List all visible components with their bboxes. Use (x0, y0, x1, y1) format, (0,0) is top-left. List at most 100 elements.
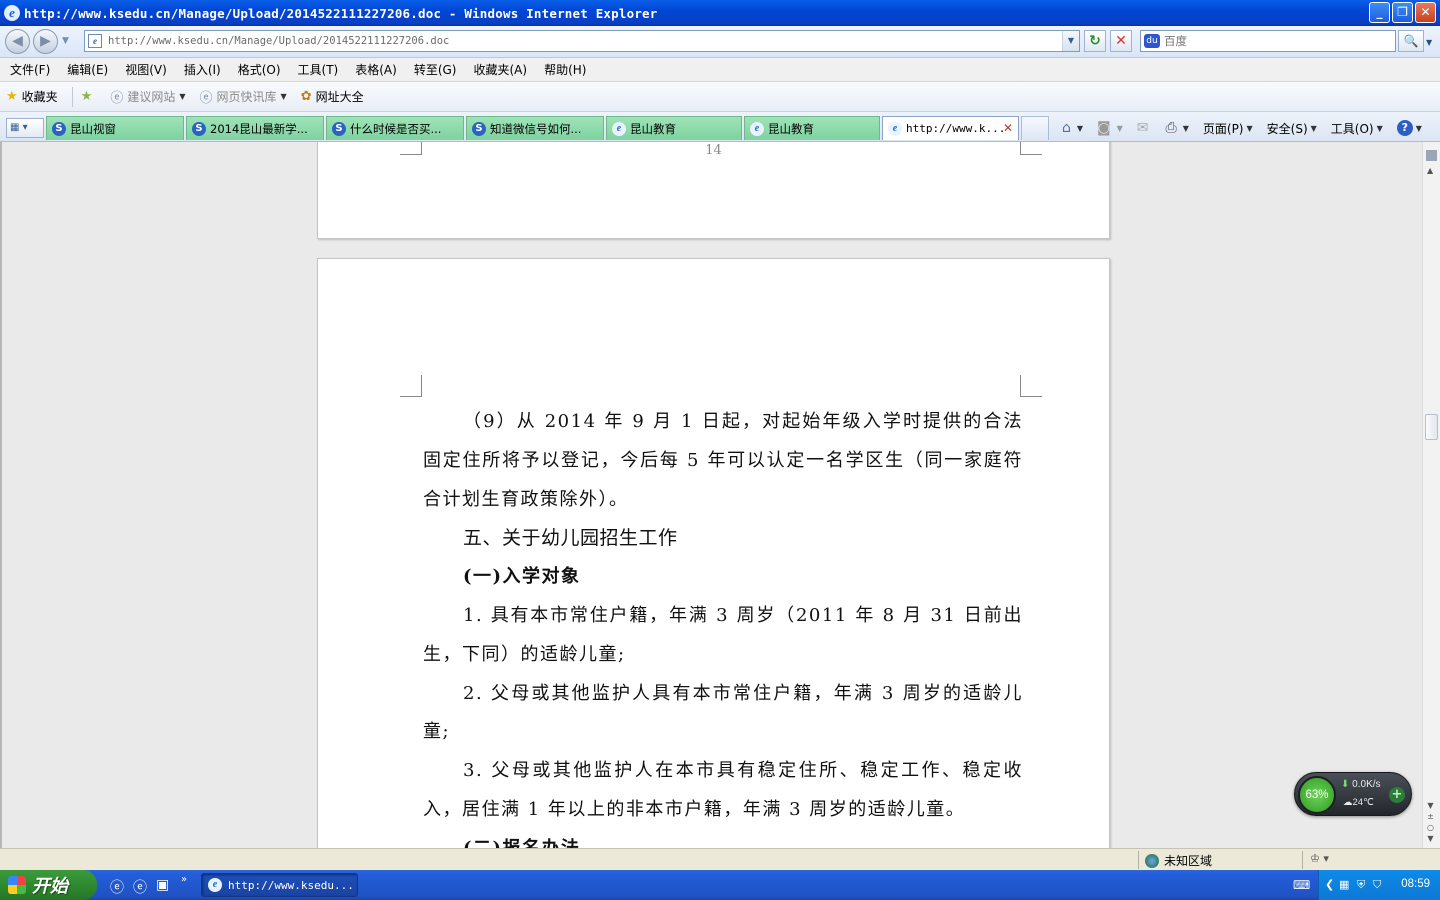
start-button[interactable]: 开始 (0, 870, 97, 900)
scrollbar-thumb[interactable] (1425, 414, 1438, 440)
menu-table[interactable]: 表格(A) (355, 61, 397, 78)
crop-mark (1020, 375, 1042, 397)
app-quicklaunch-icon[interactable]: ▣ (156, 877, 169, 893)
scroll-down-icon[interactable]: ▼ ± ○ ▼ (1427, 800, 1434, 844)
security-zone[interactable]: 未知区域 (1145, 852, 1212, 869)
vertical-scrollbar[interactable]: ▲ ▼ ± ○ ▼ (1422, 142, 1440, 848)
minimize-button[interactable]: _ (1369, 2, 1390, 23)
read-mail-button[interactable]: ✉ (1137, 120, 1152, 136)
protected-mode-icon[interactable]: ♔ ▾ (1310, 852, 1329, 865)
ie-logo-icon: e (4, 5, 20, 21)
menu-view[interactable]: 视图(V) (125, 61, 167, 78)
globe-icon (1145, 853, 1159, 868)
search-input[interactable] (1164, 34, 1384, 48)
search-box[interactable]: du (1140, 30, 1396, 52)
crop-mark (400, 142, 422, 155)
expand-widget-button[interactable]: + (1389, 787, 1405, 803)
search-button[interactable]: 🔍 (1398, 30, 1424, 52)
page-icon: e (88, 34, 102, 48)
safety-menu-button[interactable]: 安全(S) ▼ (1267, 120, 1317, 137)
quicklaunch-more-icon[interactable]: » (181, 874, 187, 885)
page-menu-button[interactable]: 页面(P) ▼ (1203, 120, 1253, 137)
network-icon[interactable]: ▦ (1339, 878, 1349, 891)
crop-mark (400, 375, 422, 397)
home-button[interactable]: ⌂ ▼ (1062, 120, 1083, 136)
address-url[interactable]: http://www.ksedu.cn/Manage/Upload/201452… (108, 35, 449, 47)
help-button[interactable]: ? ▼ (1396, 120, 1422, 136)
document-page: （9）从 2014 年 9 月 1 日起，对起始年级入学时提供的合法固定住所将予… (317, 258, 1110, 848)
url-directory-icon: ✿ (300, 89, 312, 104)
back-button[interactable]: ◀ (5, 29, 30, 54)
menu-tools[interactable]: 工具(T) (298, 61, 339, 78)
taskbar-item-ie[interactable]: e http://www.ksedu... (201, 873, 358, 897)
ie-quicklaunch-icon[interactable]: ⓔ (110, 877, 124, 897)
web-slice-label: 网页快讯库 (216, 90, 277, 104)
chevron-down-icon: ▼ (280, 92, 287, 101)
menu-insert[interactable]: 插入(I) (184, 61, 221, 78)
menu-help[interactable]: 帮助(H) (544, 61, 586, 78)
tab-4[interactable]: S 知道微信号如何... (466, 116, 604, 140)
menu-file[interactable]: 文件(F) (10, 61, 50, 78)
stop-button[interactable]: ✕ (1110, 30, 1132, 52)
document-page-previous: 14 (317, 142, 1110, 239)
antivirus-icon[interactable]: ⛉ (1373, 878, 1381, 892)
window-controls: _ ❐ ✕ (1369, 2, 1436, 23)
menu-bar: 文件(F) 编辑(E) 视图(V) 插入(I) 格式(O) 工具(T) 表格(A… (0, 58, 1440, 82)
ie-quicklaunch-icon-2[interactable]: ⓔ (133, 877, 147, 897)
search-options-icon[interactable]: ▼ (1426, 38, 1432, 47)
suggested-sites-icon: ⓔ (110, 91, 124, 106)
safety-menu-label: 安全(S) (1266, 121, 1308, 136)
menu-favorites[interactable]: 收藏夹(A) (473, 61, 527, 78)
split-handle-icon[interactable] (1426, 150, 1437, 161)
history-dropdown-icon[interactable]: ▼ (62, 36, 69, 46)
keyboard-icon[interactable]: ⌨ (1293, 878, 1310, 892)
favorites-button[interactable]: ★ 收藏夹 (6, 88, 58, 105)
tab-label: http://www.k... (906, 122, 1006, 135)
site-favicon-icon: S (52, 121, 66, 136)
tab-active[interactable]: e http://www.k... ✕ (882, 116, 1019, 140)
temperature-value: 24℃ (1352, 797, 1374, 808)
menu-goto[interactable]: 转至(G) (414, 61, 457, 78)
speed-value: 0.0K/s (1352, 779, 1381, 790)
ie-favicon-icon: e (888, 121, 902, 136)
forward-button[interactable]: ▶ (33, 29, 58, 54)
tab-2[interactable]: S 2014昆山最新学... (186, 116, 324, 140)
close-tab-icon[interactable]: ✕ (1003, 121, 1013, 135)
tab-1[interactable]: S 昆山视窗 (46, 116, 184, 140)
tab-3[interactable]: S 什么时候是否买... (326, 116, 464, 140)
navigation-bar: ◀ ▶ ▼ e http://www.ksedu.cn/Manage/Uploa… (0, 26, 1440, 58)
new-tab-button[interactable] (1021, 116, 1049, 140)
security-shield-icon[interactable]: ⛨ (1357, 878, 1365, 892)
document-viewer[interactable]: 14 （9）从 2014 年 9 月 1 日起，对起始年级入学时提供的合法固定住… (0, 142, 1422, 848)
section-heading: 五、关于幼儿园招生工作 (463, 527, 678, 550)
quick-tabs-button[interactable]: ▦ ▾ (6, 118, 44, 138)
feeds-button[interactable]: ◙ ▼ (1097, 120, 1123, 136)
tab-5[interactable]: e 昆山教育 (606, 116, 742, 140)
weather-temp: ☁24℃ (1343, 797, 1374, 808)
menu-format[interactable]: 格式(O) (238, 61, 281, 78)
add-to-favorites-bar-button[interactable]: ★ (81, 89, 97, 104)
suggested-sites-button[interactable]: ⓔ 建议网站 ▼ (110, 87, 185, 106)
network-speed: ⬇ 0.0K/s (1341, 779, 1381, 790)
ie-favicon-icon: e (612, 121, 626, 136)
tab-6[interactable]: e 昆山教育 (744, 116, 880, 140)
network-monitor-widget[interactable]: 63% ⬇ 0.0K/s ☁24℃ + (1294, 772, 1412, 816)
tab-label: 昆山教育 (630, 121, 676, 136)
address-dropdown-icon[interactable]: ▼ (1062, 31, 1079, 51)
scroll-up-icon[interactable]: ▲ (1427, 166, 1433, 175)
close-button[interactable]: ✕ (1415, 2, 1436, 23)
clock[interactable]: 08:59 (1401, 878, 1430, 890)
url-directory-link[interactable]: ✿ 网址大全 (301, 88, 364, 105)
site-favicon-icon: S (192, 121, 206, 136)
address-bar[interactable]: e http://www.ksedu.cn/Manage/Upload/2014… (84, 30, 1080, 52)
web-slice-gallery-button[interactable]: ⓔ 网页快讯库 ▼ (200, 87, 287, 106)
favorites-bar: ★ 收藏夹 ★ ⓔ 建议网站 ▼ ⓔ 网页快讯库 ▼ ✿ 网址大全 (0, 82, 1440, 112)
maximize-button[interactable]: ❐ (1392, 2, 1413, 23)
tools-menu-button[interactable]: 工具(O) ▼ (1331, 120, 1383, 137)
menu-edit[interactable]: 编辑(E) (67, 61, 108, 78)
print-button[interactable]: ⎙ ▼ (1166, 120, 1189, 136)
refresh-button[interactable]: ↻ (1084, 30, 1106, 52)
page-number: 14 (705, 143, 722, 158)
tray-expand-icon[interactable]: ❮ (1325, 878, 1334, 891)
command-bar: ⌂ ▼ ◙ ▼ ✉ ⎙ ▼ 页面(P) ▼ 安全(S) ▼ 工具(O) ▼ ? ▼ (1062, 116, 1436, 140)
